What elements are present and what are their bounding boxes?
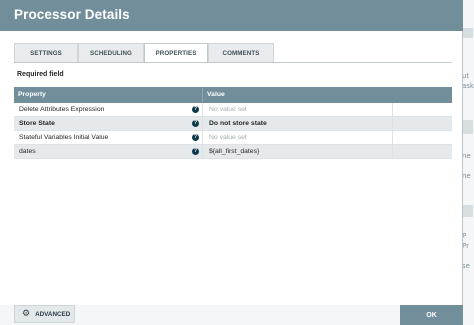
property-value[interactable]: ${all_first_dates} — [209, 148, 259, 155]
cell-divider — [202, 145, 203, 159]
cell-divider — [392, 103, 393, 117]
required-field-label: Required field — [17, 71, 64, 78]
cell-divider — [392, 117, 393, 131]
background-text-fragment: ask — [462, 82, 474, 90]
table-row[interactable]: dates ? ${all_first_dates} — [14, 145, 452, 159]
background-text-fragment: Pr — [462, 242, 469, 250]
question-circle-icon[interactable]: ? — [192, 106, 199, 113]
property-value[interactable]: No value set — [209, 106, 247, 113]
property-name: Delete Attributes Expression — [19, 106, 105, 113]
table-row[interactable]: Store State ? Do not store state — [14, 117, 452, 131]
cell-divider — [392, 145, 393, 159]
property-name: Stateful Variables Initial Value — [19, 134, 109, 141]
property-value[interactable]: No value set — [209, 134, 247, 141]
column-header-property[interactable]: Property — [18, 91, 46, 98]
table-row[interactable]: Delete Attributes Expression ? No value … — [14, 103, 452, 117]
gear-icon: ⚙ — [22, 308, 31, 319]
dialog-header: Processor Details — [0, 0, 463, 31]
background-text-fragment: ne — [462, 152, 471, 160]
question-circle-icon[interactable]: ? — [192, 120, 199, 127]
dialog-title: Processor Details — [14, 7, 130, 22]
tab-settings[interactable]: SETTINGS — [14, 43, 78, 62]
tab-properties[interactable]: PROPERTIES — [144, 43, 208, 63]
cell-divider — [202, 131, 203, 145]
column-divider — [202, 87, 203, 103]
advanced-button[interactable]: ⚙ ADVANCED — [14, 305, 75, 323]
cell-divider — [202, 103, 203, 117]
cell-divider — [202, 117, 203, 131]
property-name: dates — [19, 148, 36, 155]
column-header-value[interactable]: Value — [207, 91, 225, 98]
tab-comments[interactable]: COMMENTS — [208, 43, 274, 62]
tab-divider — [14, 62, 452, 63]
cell-divider — [392, 131, 393, 145]
question-circle-icon[interactable]: ? — [192, 148, 199, 155]
tab-scheduling[interactable]: SCHEDULING — [78, 43, 144, 62]
background-text-fragment: se — [462, 262, 470, 270]
table-header: Property Value — [14, 87, 452, 103]
background-text-fragment: ut — [462, 72, 470, 80]
processor-details-dialog: Processor Details SETTINGS SCHEDULING PR… — [0, 0, 463, 325]
property-value[interactable]: Do not store state — [209, 120, 267, 127]
property-name: Store State — [19, 120, 55, 127]
question-circle-icon[interactable]: ? — [192, 134, 199, 141]
ok-button[interactable]: OK — [400, 305, 463, 325]
properties-table: Property Value Delete Attributes Express… — [14, 87, 452, 159]
table-row[interactable]: Stateful Variables Initial Value ? No va… — [14, 131, 452, 145]
advanced-button-label: ADVANCED — [35, 310, 71, 318]
background-text-fragment: ne — [462, 172, 471, 180]
